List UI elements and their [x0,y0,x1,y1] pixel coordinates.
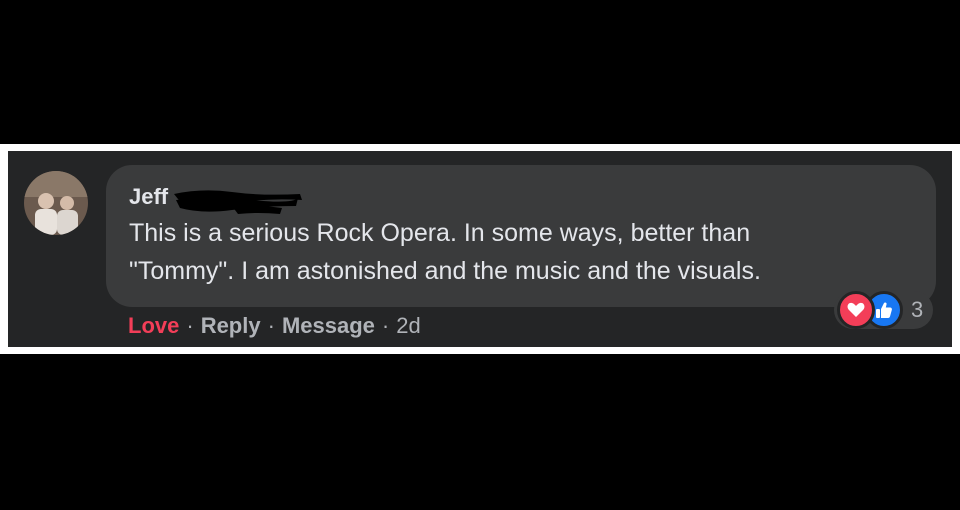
comment-timestamp[interactable]: 2d [396,312,420,340]
comment-text: This is a serious Rock Opera. In some wa… [129,214,919,290]
avatar[interactable] [24,171,88,235]
separator-dot: · [186,313,194,338]
comment-author[interactable]: Jeff [129,184,168,210]
heart-icon [837,291,875,329]
reply-button[interactable]: Reply [201,312,261,340]
comment-actions: Love · Reply · Message · 2d [128,312,421,340]
love-button[interactable]: Love [128,312,179,340]
separator-dot: · [381,313,390,338]
comment-text-line: "Tommy". I am astonished and the music a… [129,257,761,285]
separator-dot: · [267,313,275,338]
reaction-summary[interactable]: 3 [834,291,934,329]
comment-text-line: This is a serious Rock Opera. In some wa… [129,219,751,247]
message-button[interactable]: Message [282,312,375,340]
reaction-count: 3 [911,297,924,322]
